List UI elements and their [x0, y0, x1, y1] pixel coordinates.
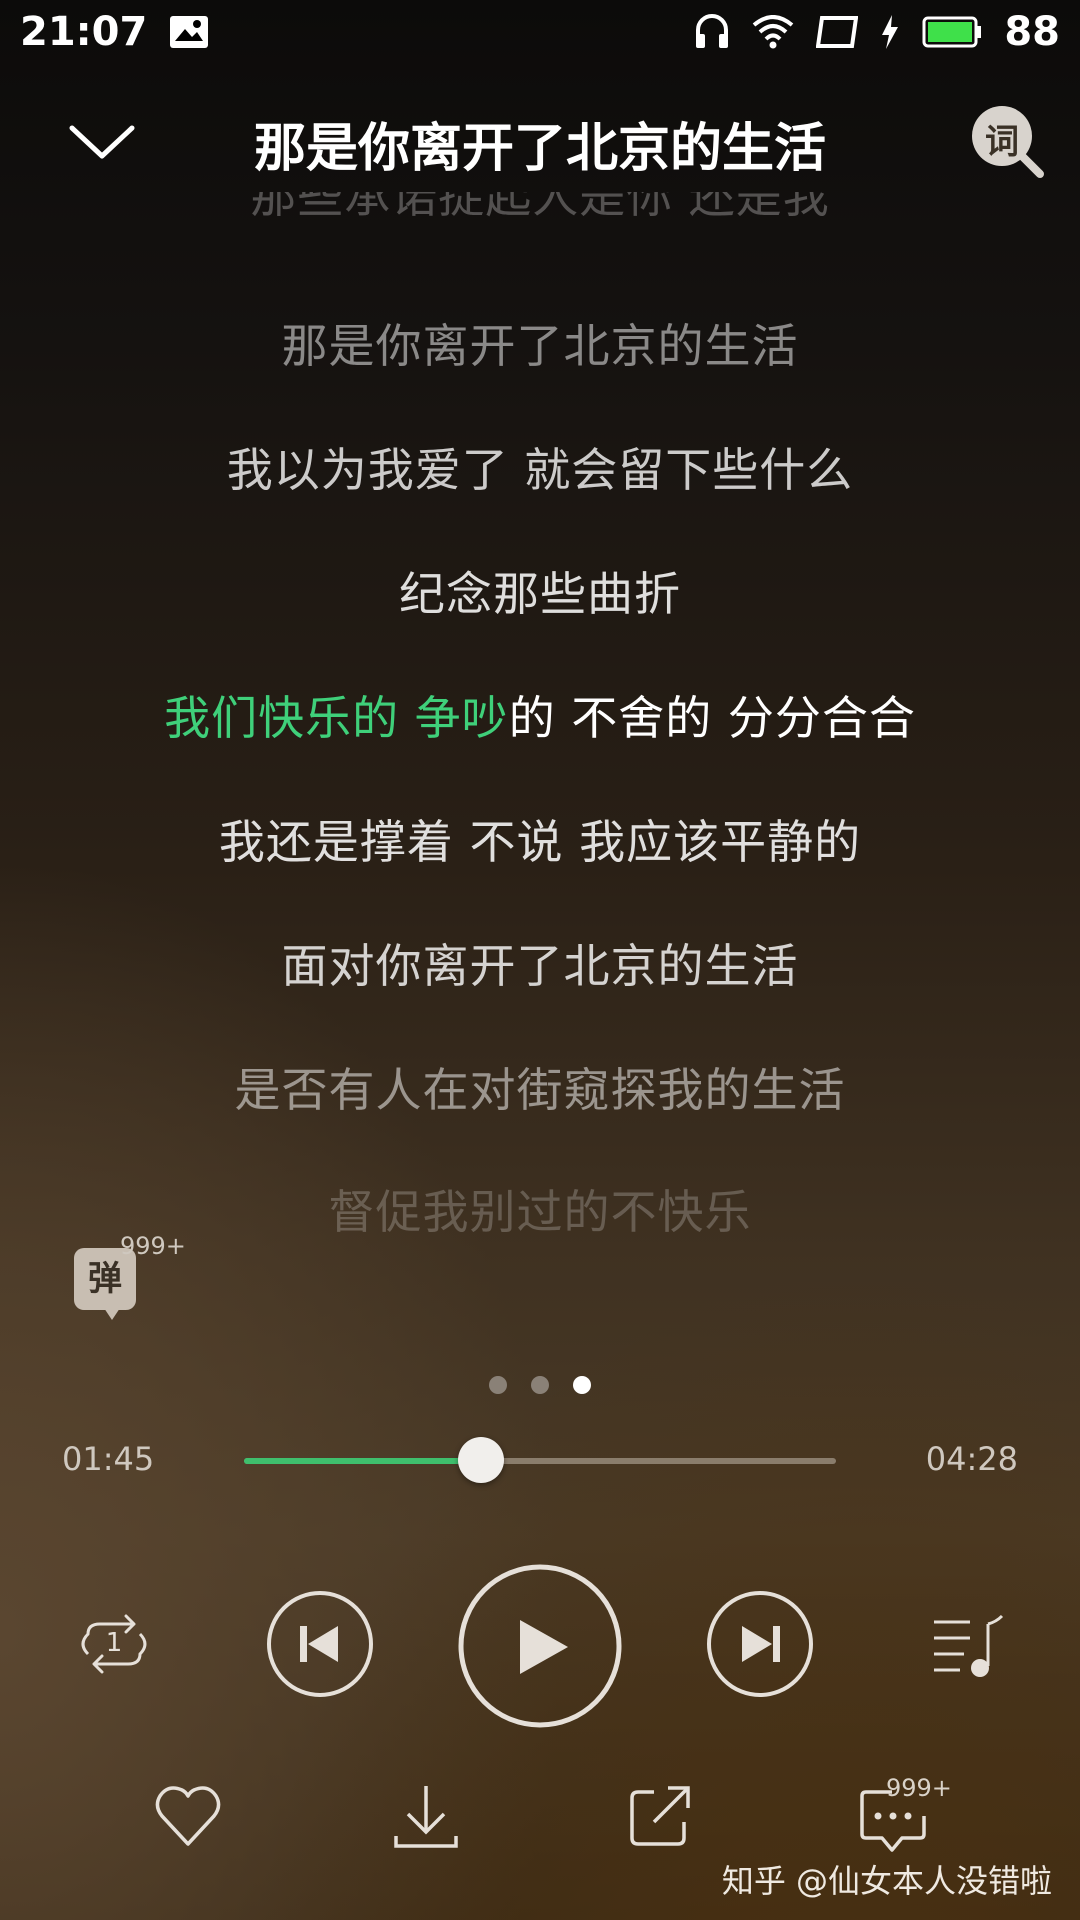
playlist-button[interactable]	[930, 1610, 1006, 1680]
previous-icon	[267, 1591, 373, 1697]
player-header: 那是你离开了北京的生活 词	[0, 92, 1080, 192]
battery-icon	[922, 16, 982, 48]
charging-icon	[880, 15, 900, 49]
comment-count: 999+	[886, 1774, 952, 1802]
download-button[interactable]	[390, 1780, 462, 1852]
playback-controls: 1	[0, 1560, 1080, 1730]
watermark: 知乎 @仙女本人没错啦	[721, 1862, 1052, 1900]
play-button[interactable]	[458, 1564, 622, 1728]
lyric-line: 是否有人在对街窥探我的生活	[234, 1063, 846, 1117]
page-dot[interactable]	[531, 1376, 549, 1394]
status-time: 21:07	[20, 9, 148, 55]
lyric-remaining-part: 的 不舍的 分分合合	[508, 691, 916, 745]
like-button[interactable]	[152, 1780, 224, 1852]
danmu-count: 999+	[120, 1232, 186, 1260]
lyric-played-part: 我们快乐的 争吵	[164, 691, 509, 745]
repeat-mode-button[interactable]: 1	[74, 1610, 154, 1680]
chevron-down-icon	[69, 125, 135, 159]
seek-progress-fill	[244, 1458, 481, 1464]
share-icon	[630, 1786, 690, 1846]
next-button[interactable]	[706, 1590, 814, 1698]
collapse-button[interactable]	[64, 112, 140, 172]
lyrics-search-button[interactable]: 词	[968, 102, 1048, 182]
lyrics-panel[interactable]: 那些承诺捉起人是你 还是我 那是你离开了北京的生活 我以为我爱了 就会留下些什么…	[0, 192, 1080, 1232]
screen-icon	[816, 16, 859, 48]
repeat-one-badge: 1	[105, 1628, 123, 1658]
image-icon	[169, 15, 209, 49]
lyric-line: 那是你离开了北京的生活	[281, 319, 799, 373]
total-time: 04:28	[925, 1440, 1018, 1478]
lyric-line: 我还是撑着 不说 我应该平静的	[218, 815, 862, 869]
page-dot-active[interactable]	[573, 1376, 591, 1394]
seek-handle[interactable]	[457, 1437, 504, 1483]
share-button[interactable]	[624, 1780, 696, 1852]
lyric-line: 面对你离开了北京的生活	[281, 939, 799, 993]
heart-icon	[155, 1786, 221, 1846]
status-bar: 21:07 88	[0, 0, 1080, 64]
danmu-button[interactable]: 弹 999+	[74, 1232, 186, 1328]
lyric-line: 那些承诺捉起人是你 还是我	[250, 192, 830, 223]
lyric-line: 纪念那些曲折	[399, 567, 681, 621]
lyrics-button-label: 词	[985, 122, 1019, 162]
page-indicator	[0, 1376, 1080, 1394]
page-dot[interactable]	[489, 1376, 507, 1394]
download-icon	[394, 1786, 458, 1848]
seek-track[interactable]	[244, 1437, 836, 1483]
battery-level: 88	[1004, 9, 1060, 55]
lyric-line-current: 我们快乐的 争吵的 不舍的 分分合合	[0, 682, 1080, 748]
play-icon	[458, 1564, 622, 1728]
danmu-bubble-tail	[104, 1308, 120, 1320]
next-icon	[707, 1591, 813, 1697]
current-time: 01:45	[62, 1440, 155, 1478]
lyric-line: 我以为我爱了 就会留下些什么	[226, 443, 854, 497]
wifi-icon	[752, 15, 794, 49]
song-title: 那是你离开了北京的生活	[253, 119, 826, 179]
lyric-line: 督促我别过的不快乐	[328, 1185, 752, 1232]
previous-button[interactable]	[266, 1590, 374, 1698]
playlist-icon	[934, 1614, 1004, 1677]
headphones-icon	[694, 12, 730, 52]
progress-bar: 01:45 04:28	[0, 1430, 1080, 1490]
